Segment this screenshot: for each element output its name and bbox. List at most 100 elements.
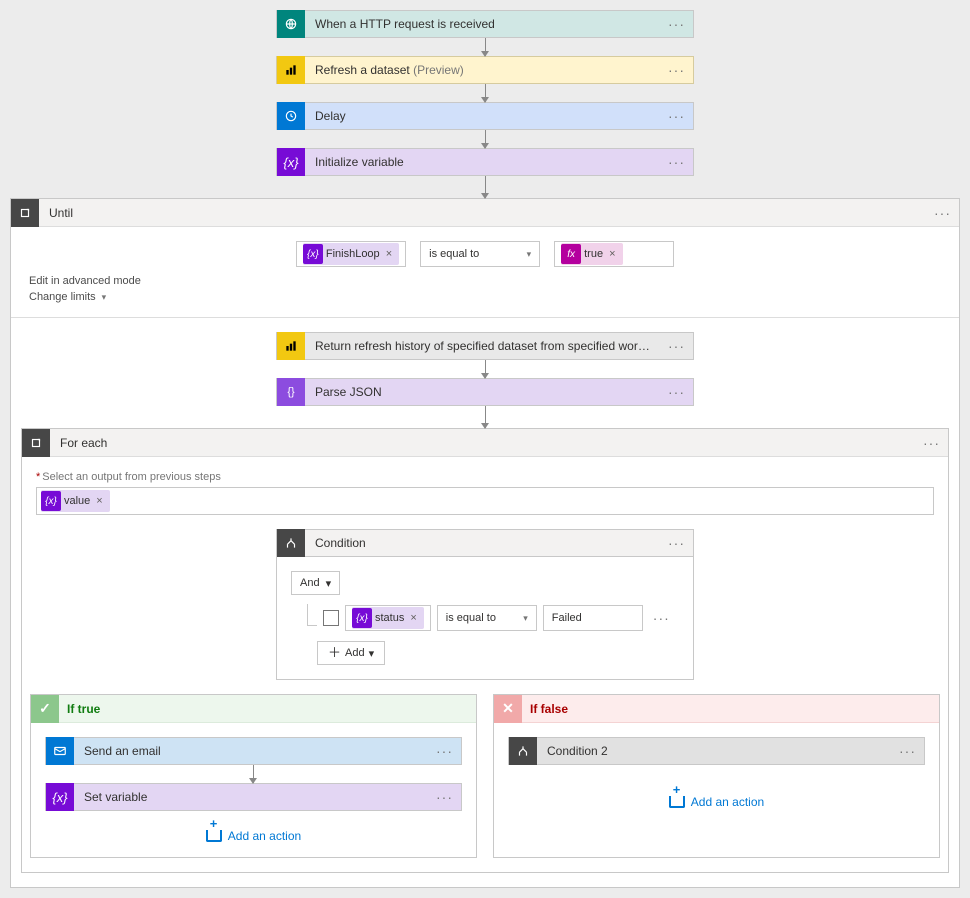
arrow — [485, 406, 486, 428]
divider — [11, 317, 959, 318]
fx-icon: fx — [561, 244, 581, 264]
chevron-down-icon: ▾ — [527, 249, 532, 260]
edit-advanced-mode-link[interactable]: Edit in advanced mode — [29, 275, 945, 287]
action-send-email[interactable]: Send an email ··· — [45, 737, 462, 765]
condition-row: {x} status × is equal to▾ — [303, 605, 679, 631]
add-action-icon — [206, 830, 222, 842]
condition-value-input[interactable]: Failed — [543, 605, 643, 631]
variable-icon: {x} — [277, 148, 305, 176]
http-icon — [277, 10, 305, 38]
trigger-http-request[interactable]: When a HTTP request is received ··· — [276, 10, 694, 38]
arrow — [485, 130, 486, 148]
add-action-icon — [669, 796, 685, 808]
card-menu[interactable]: ··· — [891, 744, 924, 758]
card-title: Refresh a dataset (Preview) — [305, 63, 660, 77]
foreach-field-label: Select an output from previous steps — [36, 471, 934, 483]
card-menu[interactable]: ··· — [926, 206, 959, 220]
foreach-input[interactable]: {x} value × — [36, 487, 934, 515]
card-title: When a HTTP request is received — [305, 17, 660, 31]
card-menu[interactable]: ··· — [660, 63, 693, 77]
variable-icon: {x} — [303, 244, 323, 264]
branch-header-false[interactable]: ✕ If false — [494, 695, 939, 723]
card-menu[interactable]: ··· — [915, 436, 948, 450]
condition-icon — [277, 529, 305, 557]
flow-canvas: When a HTTP request is received ··· Refr… — [10, 10, 960, 888]
powerbi-icon — [277, 56, 305, 84]
condition-row-checkbox[interactable] — [323, 610, 339, 626]
action-refresh-dataset[interactable]: Refresh a dataset (Preview) ··· — [276, 56, 694, 84]
add-action-link[interactable]: Add an action — [206, 829, 301, 843]
action-initialize-variable[interactable]: {x} Initialize variable ··· — [276, 148, 694, 176]
scope-header-foreach[interactable]: For each ··· — [22, 429, 948, 457]
action-set-variable[interactable]: {x} Set variable ··· — [45, 783, 462, 811]
arrow — [253, 765, 254, 783]
card-title: Delay — [305, 109, 660, 123]
card-title: Initialize variable — [305, 155, 660, 169]
card-title: Condition 2 — [537, 744, 891, 758]
scope-header-until[interactable]: Until ··· — [11, 199, 959, 227]
card-menu[interactable]: ··· — [660, 155, 693, 169]
branch-header-true[interactable]: ✓ If true — [31, 695, 476, 723]
card-title: Set variable — [74, 790, 428, 804]
change-limits-link[interactable]: Change limits ▾ — [29, 291, 945, 303]
card-title: Return refresh history of specified data… — [305, 339, 660, 353]
until-condition-row: {x} FinishLoop × is equal to▾ fx true × — [25, 241, 945, 267]
card-menu[interactable]: ··· — [660, 339, 693, 353]
action-refresh-history[interactable]: Return refresh history of specified data… — [276, 332, 694, 360]
outlook-icon — [46, 737, 74, 765]
condition-row-menu[interactable]: ··· — [649, 610, 674, 626]
card-title: Parse JSON — [305, 385, 660, 399]
action-condition-2[interactable]: Condition 2 ··· — [508, 737, 925, 765]
until-right-operand[interactable]: fx true × — [554, 241, 674, 267]
arrow — [485, 84, 486, 102]
loop-icon — [11, 199, 39, 227]
condition-icon — [509, 737, 537, 765]
condition-left-operand[interactable]: {x} status × — [345, 605, 431, 631]
action-delay[interactable]: Delay ··· — [276, 102, 694, 130]
card-menu[interactable]: ··· — [660, 536, 693, 550]
chevron-down-icon: ▾ — [369, 647, 375, 660]
loop-icon — [22, 429, 50, 457]
condition-card: Condition ··· And ▾ — [276, 529, 694, 680]
condition-branches: ✓ If true Send an email — [30, 694, 940, 858]
arrow — [485, 38, 486, 56]
until-operator-select[interactable]: is equal to▾ — [420, 241, 540, 267]
card-menu[interactable]: ··· — [428, 744, 461, 758]
powerbi-icon — [277, 332, 305, 360]
scope-until: Until ··· {x} FinishLoop × is equal to▾ — [10, 198, 960, 888]
variable-icon: {x} — [46, 783, 74, 811]
card-title: Send an email — [74, 744, 428, 758]
condition-group-operator[interactable]: And ▾ — [291, 571, 340, 595]
card-title: Until — [39, 206, 926, 220]
condition-add-button[interactable]: ＋ Add ▾ — [317, 641, 385, 665]
chip-remove[interactable]: × — [383, 248, 395, 260]
branch-if-false: ✕ If false Condition 2 — [493, 694, 940, 858]
close-icon: ✕ — [494, 695, 522, 723]
card-title: For each — [50, 436, 915, 450]
action-parse-json[interactable]: {} Parse JSON ··· — [276, 378, 694, 406]
chip-remove[interactable]: × — [93, 495, 105, 507]
json-icon: {} — [277, 378, 305, 406]
arrow — [485, 176, 486, 198]
chevron-down-icon: ▾ — [523, 613, 528, 624]
scope-foreach: For each ··· Select an output from previ… — [21, 428, 949, 873]
branch-if-true: ✓ If true Send an email — [30, 694, 477, 858]
check-icon: ✓ — [31, 695, 59, 723]
card-menu[interactable]: ··· — [660, 109, 693, 123]
chevron-down-icon: ▾ — [102, 292, 107, 303]
card-menu[interactable]: ··· — [660, 17, 693, 31]
variable-icon: {x} — [352, 608, 372, 628]
until-left-operand[interactable]: {x} FinishLoop × — [296, 241, 406, 267]
clock-icon — [277, 102, 305, 130]
chevron-down-icon: ▾ — [326, 577, 332, 590]
chip-remove[interactable]: × — [407, 612, 419, 624]
condition-operator-select[interactable]: is equal to▾ — [437, 605, 537, 631]
arrow — [485, 360, 486, 378]
card-menu[interactable]: ··· — [428, 790, 461, 804]
add-action-link[interactable]: Add an action — [669, 795, 764, 809]
chip-remove[interactable]: × — [606, 248, 618, 260]
variable-icon: {x} — [41, 491, 61, 511]
card-title: Condition — [305, 536, 660, 550]
card-menu[interactable]: ··· — [660, 385, 693, 399]
condition-header[interactable]: Condition ··· — [276, 529, 694, 557]
